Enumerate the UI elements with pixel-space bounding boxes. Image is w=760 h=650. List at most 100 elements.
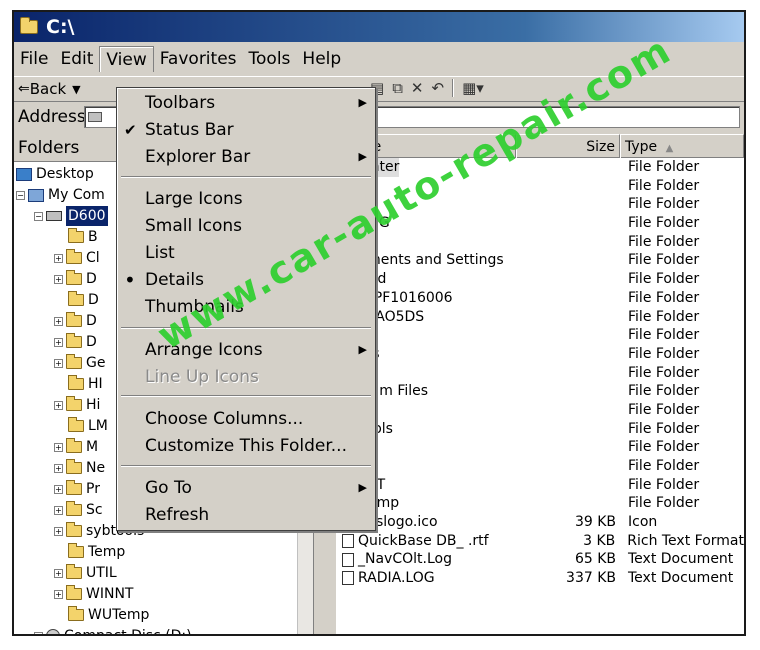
column-type[interactable]: Type ▲	[620, 134, 744, 158]
file-row[interactable]: QuickBase DB_ .rtf 3 KB Rich Text Format	[336, 532, 744, 551]
expander-icon[interactable]: −	[34, 211, 43, 221]
tree-item[interactable]: B	[68, 227, 98, 247]
file-row[interactable]: DSMPF1016006 File Folder	[336, 289, 744, 308]
tree-item[interactable]: + D	[54, 332, 97, 352]
tree-item-label: Desktop	[36, 166, 94, 182]
tree-item[interactable]: + Hi	[54, 395, 100, 415]
tree-item-label: M	[86, 439, 99, 455]
menu-item-arrange-icons[interactable]: Arrange Icons ▶	[117, 337, 375, 363]
tree-item[interactable]: + D	[54, 269, 97, 289]
copy-to-icon[interactable]: ⧉	[392, 79, 403, 97]
file-row[interactable]: otesFile Folder	[336, 364, 744, 383]
tree-item[interactable]: D	[68, 290, 99, 310]
undo-icon[interactable]: ↶	[431, 79, 444, 97]
file-row[interactable]: obiusFile Folder	[336, 345, 744, 364]
title-bar[interactable]: C:\	[14, 12, 744, 42]
file-type: File Folder	[628, 159, 700, 175]
menu-item-refresh[interactable]: Refresh	[117, 502, 375, 528]
menu-item-status-bar[interactable]: ✔ Status Bar	[117, 117, 375, 143]
folder-icon	[68, 543, 84, 558]
back-button[interactable]: ⇐ Back ▼	[18, 80, 81, 98]
menu-tools[interactable]: Tools	[243, 46, 297, 72]
file-row[interactable]: ireslogo.ico 39 KB Icon	[336, 513, 744, 532]
tree-item[interactable]: + Cl	[54, 248, 100, 268]
expander-icon[interactable]: +	[54, 337, 63, 347]
menu-item-explorer-bar[interactable]: Explorer Bar ▶	[117, 144, 375, 170]
delete-icon[interactable]: ✕	[411, 79, 424, 97]
expander-icon[interactable]: +	[54, 400, 63, 410]
tree-item[interactable]: + Compact Disc (D:)	[34, 626, 192, 634]
menu-item-toolbars[interactable]: Toolbars ▶	[117, 90, 375, 116]
file-row[interactable]: _NavCOlt.Log 65 KB Text Document	[336, 550, 744, 569]
menu-file[interactable]: File	[14, 46, 54, 72]
tree-item-label: D	[88, 292, 99, 308]
tree-item[interactable]: + M	[54, 437, 98, 457]
menu-view[interactable]: View	[99, 46, 154, 72]
tree-item-label: WUTemp	[88, 607, 150, 623]
menu-item-choose-columns[interactable]: Choose Columns...	[117, 406, 375, 432]
expander-icon[interactable]: +	[54, 253, 63, 263]
back-arrow-icon: ⇐	[18, 81, 30, 97]
menu-favorites[interactable]: Favorites	[154, 46, 243, 72]
tree-item[interactable]: + WINNT	[54, 584, 133, 604]
tree-item[interactable]: + Sc	[54, 500, 103, 520]
file-row[interactable]: VINNTFile Folder	[336, 476, 744, 495]
views-icon[interactable]: ▦▾	[462, 79, 484, 97]
tree-item[interactable]: + D	[54, 311, 97, 331]
expander-icon[interactable]: −	[16, 190, 25, 200]
expander-icon[interactable]: +	[54, 274, 63, 284]
tree-item[interactable]: + Ge	[54, 353, 105, 373]
folder-icon	[20, 17, 38, 34]
file-type: File Folder	[628, 215, 700, 232]
file-row[interactable]: TILFile Folder	[336, 457, 744, 476]
expander-icon[interactable]: +	[54, 484, 63, 494]
file-row[interactable]: RADIA.LOG 337 KB Text Document	[336, 569, 744, 588]
tree-item-label: D600	[66, 206, 108, 226]
file-row[interactable]: VUTempFile Folder	[336, 494, 744, 513]
tree-item[interactable]: − My Com	[16, 185, 105, 205]
file-row[interactable]: ybtoolsFile Folder	[336, 420, 744, 439]
menu-item-label: Large Icons	[145, 189, 243, 209]
tree-item[interactable]: HI	[68, 374, 103, 394]
file-row[interactable]: MLFile Folder	[336, 233, 744, 252]
folder-icon	[66, 333, 82, 348]
file-row[interactable]: ql10File Folder	[336, 401, 744, 420]
tree-item[interactable]: + Ne	[54, 458, 105, 478]
file-size	[516, 345, 620, 364]
tree-item[interactable]: Desktop	[16, 164, 94, 184]
expander-icon[interactable]: +	[54, 463, 63, 473]
file-row[interactable]: ocuments and Settings File Folder	[336, 251, 744, 270]
expander-icon[interactable]: +	[54, 316, 63, 326]
file-size	[516, 177, 620, 196]
menu-item-large-icons[interactable]: Large Icons	[117, 186, 375, 212]
file-type: File Folder	[628, 289, 700, 306]
expander-icon[interactable]: +	[54, 589, 63, 599]
folder-icon	[66, 270, 82, 285]
folder-icon	[68, 228, 84, 243]
expander-icon[interactable]: +	[54, 358, 63, 368]
file-row[interactable]: DPrinterFile Folder	[336, 158, 744, 177]
menu-item-go-to[interactable]: Go To ▶	[117, 475, 375, 501]
submenu-arrow-icon: ▶	[358, 481, 367, 494]
menu-help[interactable]: Help	[296, 46, 347, 72]
tree-item[interactable]: Temp	[68, 542, 125, 562]
file-row[interactable]: enRadFile Folder	[336, 270, 744, 289]
expander-icon[interactable]: +	[54, 442, 63, 452]
expander-icon[interactable]: +	[54, 505, 63, 515]
file-row[interactable]: empFile Folder	[336, 438, 744, 457]
expander-icon[interactable]: +	[34, 631, 43, 634]
tree-item[interactable]: + Pr	[54, 479, 100, 499]
tree-item[interactable]: LM	[68, 416, 108, 436]
expander-icon[interactable]: +	[54, 526, 63, 536]
tree-item[interactable]: WUTemp	[68, 605, 149, 625]
tree-item[interactable]: + UTIL	[54, 563, 117, 583]
tree-item[interactable]: − D600	[34, 206, 108, 226]
menu-item-customize-this-folder[interactable]: Customize This Folder...	[117, 433, 375, 459]
file-row[interactable]: rogram Files File Folder	[336, 382, 744, 401]
folder-icon	[66, 396, 82, 411]
expander-icon[interactable]: +	[54, 568, 63, 578]
file-row[interactable]: InstFile Folder	[336, 326, 744, 345]
file-row[interactable]: ORWAO5DS File Folder	[336, 308, 744, 327]
file-type: File Folder	[628, 439, 700, 456]
menu-edit[interactable]: Edit	[54, 46, 99, 72]
